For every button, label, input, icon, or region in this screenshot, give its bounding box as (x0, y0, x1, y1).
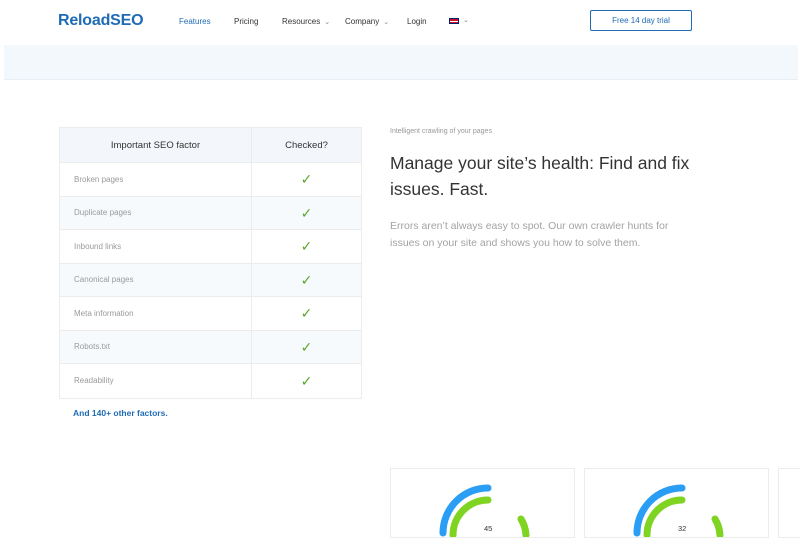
table-row: Inbound links ✓ (60, 230, 361, 264)
table-header-row: Important SEO factor Checked? (60, 128, 361, 163)
section-description: Errors aren’t always easy to spot. Our o… (390, 220, 669, 249)
nav-company-label: Company (345, 17, 380, 26)
chevron-down-icon: ⌄ (324, 18, 331, 26)
check-icon: ✓ (300, 372, 313, 389)
section-eyebrow: Intelligent crawling of your pages (390, 128, 492, 135)
nav-features-label: Features (179, 17, 211, 26)
check-icon: ✓ (300, 305, 313, 322)
free-trial-label: Free 14 day trial (612, 16, 670, 25)
column-header-checked: Checked? (285, 139, 328, 151)
gauge-chart (633, 484, 724, 537)
table-row: Robots.txt ✓ (60, 330, 361, 364)
table-row: Meta information ✓ (60, 297, 361, 331)
factor-cell: Robots.txt (60, 330, 252, 363)
nav-resources-label: Resources (282, 17, 321, 26)
free-trial-button[interactable]: Free 14 day trial (590, 10, 692, 31)
factor-cell: Readability (60, 364, 252, 398)
gauge-card-partial (778, 468, 800, 538)
table-row: Readability ✓ (60, 364, 361, 398)
table-row: Canonical pages ✓ (60, 263, 361, 297)
chevron-down-icon: ⌄ (383, 18, 390, 26)
seo-factor-table: Important SEO factor Checked? Broken pag… (59, 127, 362, 399)
site-header: ReloadSEO Features Pricing Resources ⌄ C… (0, 0, 800, 44)
check-icon: ✓ (300, 238, 313, 255)
hero-band (4, 45, 798, 80)
gauge-arc-green-right (517, 515, 530, 537)
gauge-arc-green-right (711, 515, 724, 537)
nav-features[interactable]: Features (179, 17, 211, 26)
factor-cell: Broken pages (60, 163, 252, 196)
gauge-chart (439, 484, 530, 537)
check-icon: ✓ (300, 204, 313, 221)
more-factors-link[interactable]: And 140+ other factors. (73, 408, 168, 418)
nav-login-label: Login (407, 17, 427, 26)
gauge-card: 32 (584, 468, 769, 538)
check-icon: ✓ (300, 271, 313, 288)
gauge-card: 45 (390, 468, 575, 538)
nav-resources[interactable]: Resources ⌄ (282, 17, 330, 26)
check-icon: ✓ (300, 338, 313, 355)
logo[interactable]: ReloadSEO (58, 12, 144, 30)
check-icon: ✓ (300, 171, 313, 188)
chevron-down-icon[interactable]: ⌄ (463, 16, 469, 24)
nav-login[interactable]: Login (407, 17, 427, 26)
flag-uk-icon[interactable] (449, 18, 459, 24)
column-header-factor: Important SEO factor (60, 128, 252, 162)
gauge-value: 32 (678, 524, 687, 533)
section-headline: Manage your site’s health: Find and fix … (390, 153, 690, 199)
table-row: Broken pages ✓ (60, 163, 361, 197)
factor-cell: Duplicate pages (60, 196, 252, 229)
factor-cell: Inbound links (60, 230, 252, 263)
factor-cell: Meta information (60, 297, 252, 330)
table-row: Duplicate pages ✓ (60, 196, 361, 230)
factor-cell: Canonical pages (60, 263, 252, 296)
nav-pricing-label: Pricing (234, 17, 259, 26)
nav-pricing[interactable]: Pricing (234, 17, 258, 26)
gauge-value: 45 (484, 524, 493, 533)
nav-company[interactable]: Company ⌄ (345, 17, 389, 26)
